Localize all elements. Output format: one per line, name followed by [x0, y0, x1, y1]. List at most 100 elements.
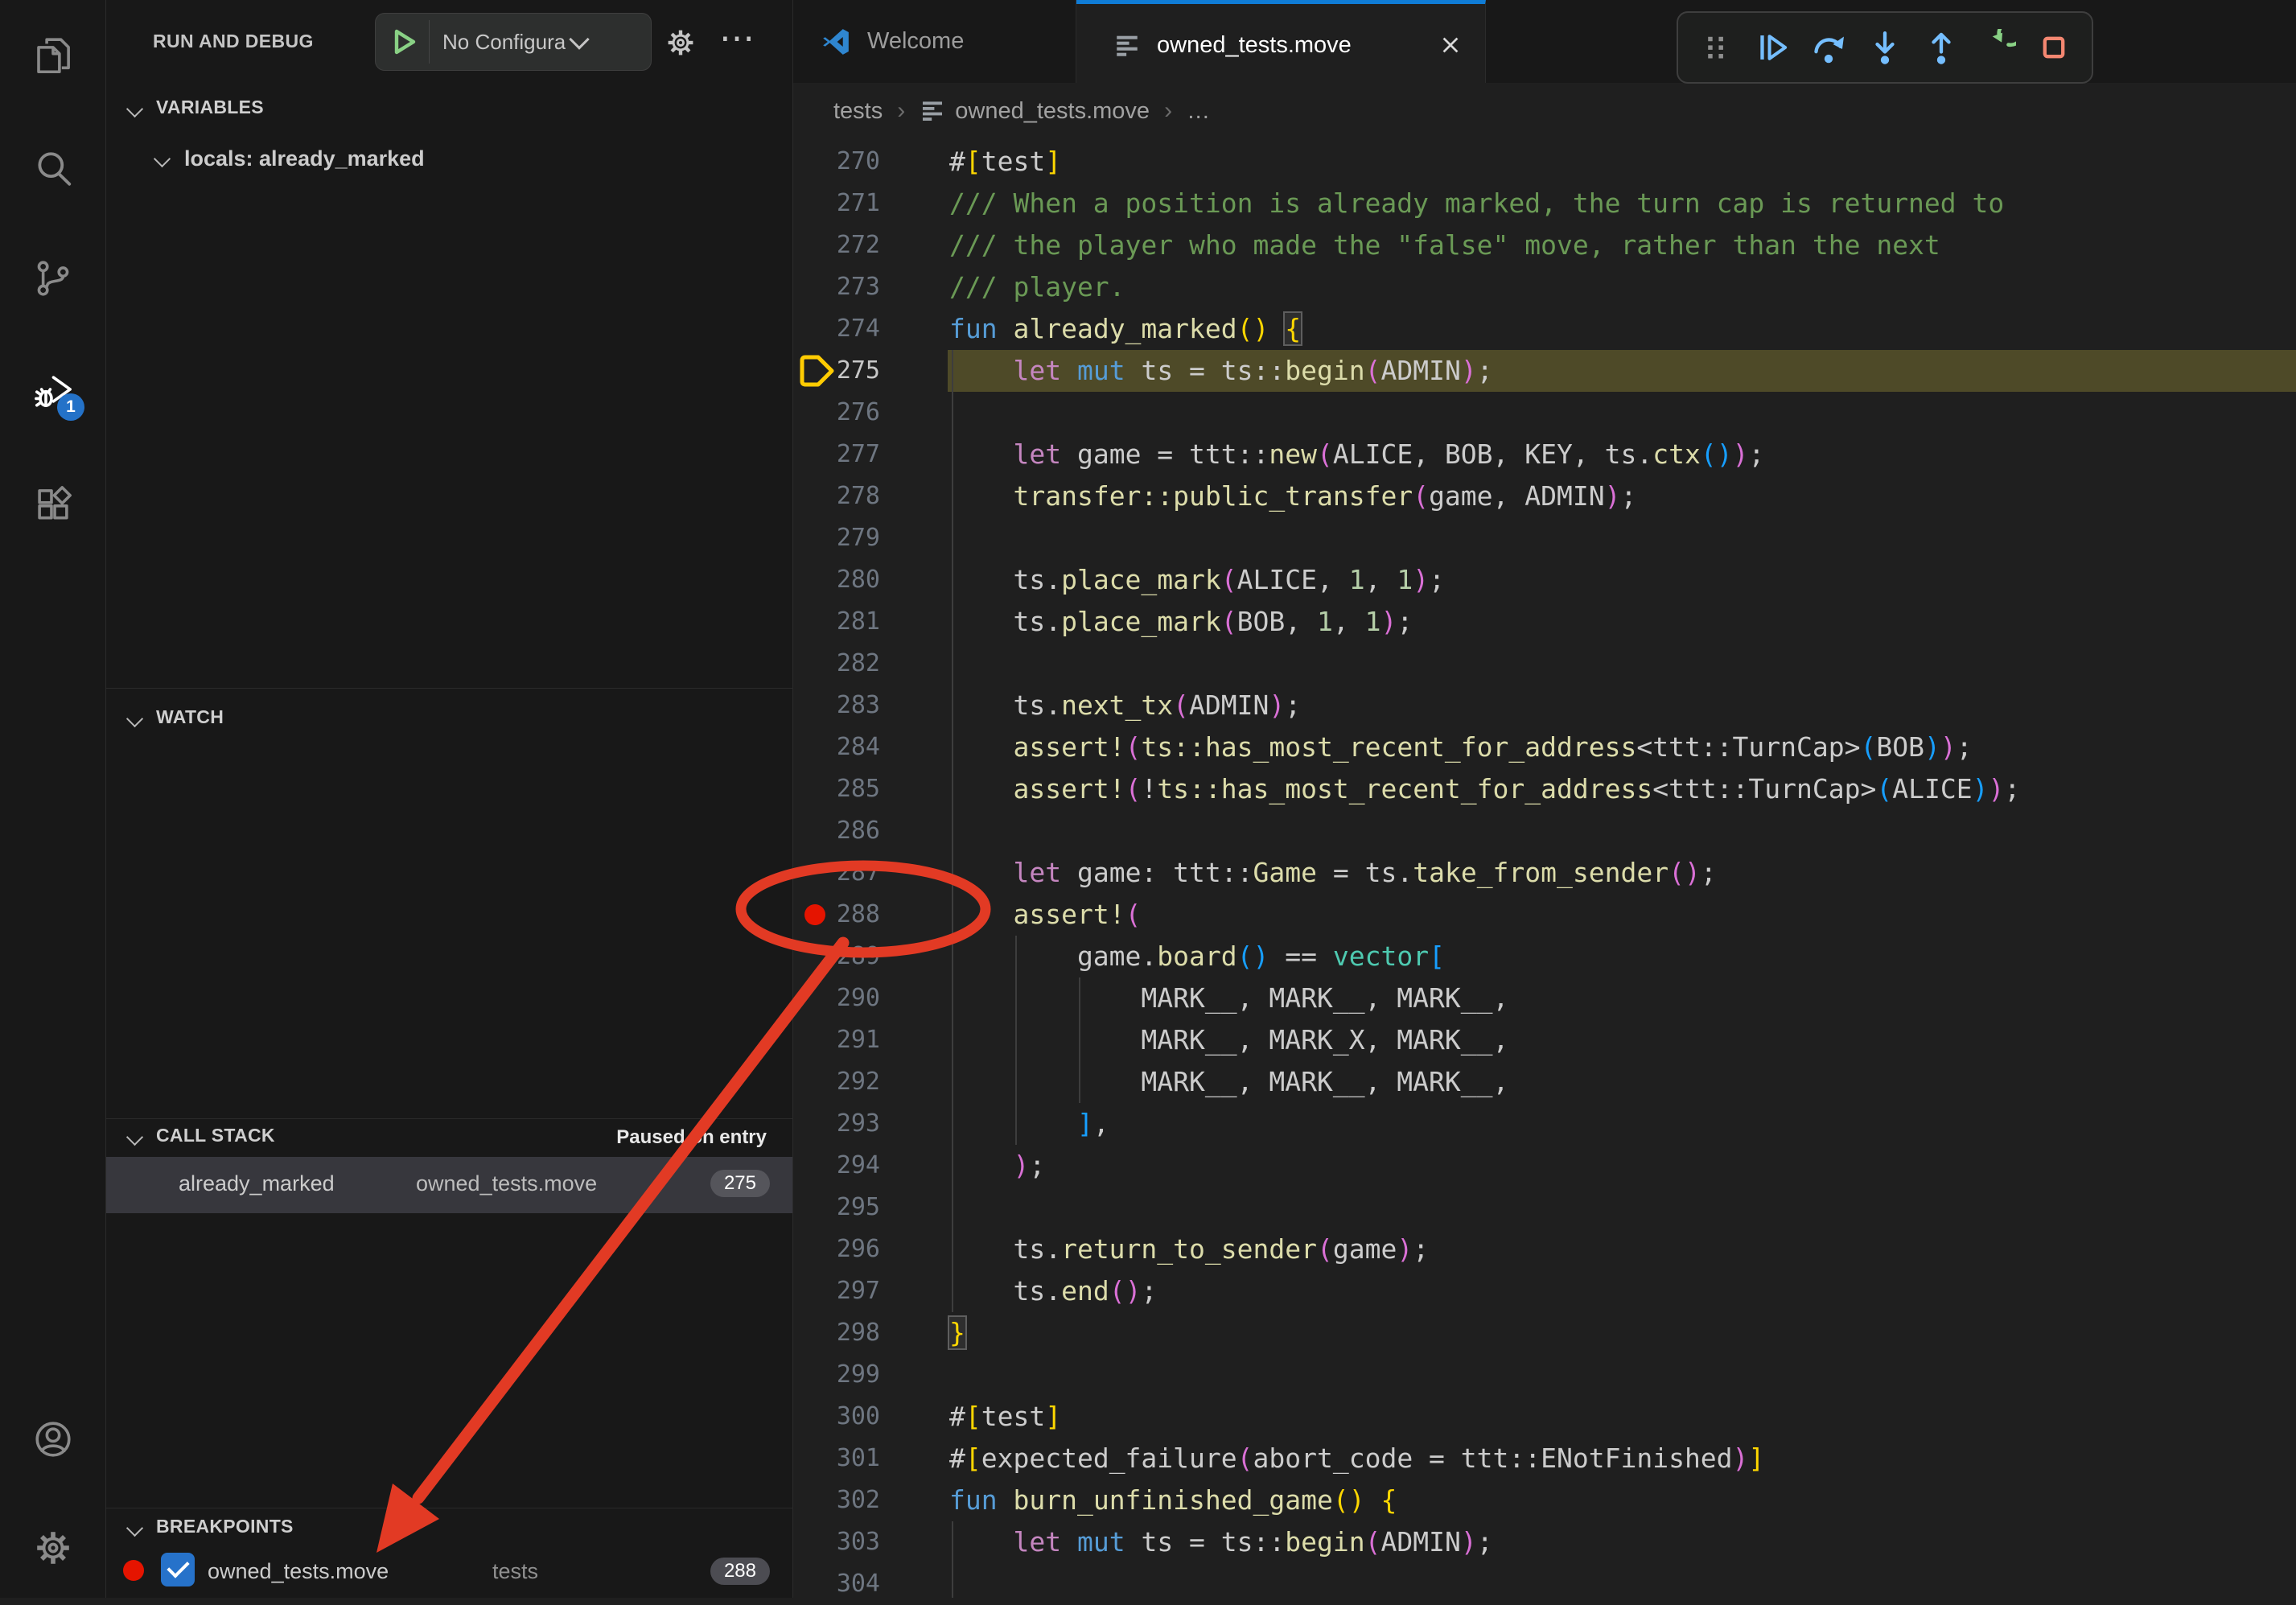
code-line[interactable]: ts.return_to_sender(game);	[949, 1228, 1429, 1270]
code-line[interactable]: assert!(!ts::has_most_recent_for_address…	[949, 768, 2020, 810]
tab-owned-tests-move[interactable]: owned_tests.move	[1076, 0, 1486, 87]
code-line[interactable]: MARK__, MARK__, MARK__,	[949, 1061, 1508, 1103]
line-number[interactable]: 271	[792, 183, 895, 224]
debug-config-control[interactable]: No Configura	[375, 13, 652, 71]
call-stack-header[interactable]: CALL STACK	[156, 1125, 275, 1146]
line-number[interactable]: 297	[792, 1270, 895, 1312]
line-number[interactable]: 289	[792, 936, 895, 977]
code-line[interactable]: #[test]	[949, 141, 1061, 183]
call-stack-chevron-icon[interactable]	[126, 1129, 143, 1146]
line-number[interactable]: 270	[792, 141, 895, 183]
watch-chevron-icon[interactable]	[126, 710, 143, 727]
code-line[interactable]: let mut ts = ts::begin(ADMIN);	[949, 1521, 1493, 1563]
code-line[interactable]: MARK__, MARK_X, MARK__,	[949, 1019, 1508, 1061]
line-number[interactable]: 285	[792, 768, 895, 810]
code-line[interactable]: ts.place_mark(ALICE, 1, 1);	[949, 559, 1445, 601]
continue-button[interactable]	[1754, 29, 1791, 66]
line-number[interactable]: 274	[792, 308, 895, 350]
tab-welcome[interactable]: Welcome	[793, 0, 1076, 83]
variables-chevron-icon[interactable]	[126, 101, 143, 117]
code-line[interactable]: #[expected_failure(abort_code = ttt::ENo…	[949, 1438, 1764, 1479]
line-number[interactable]: 302	[792, 1479, 895, 1521]
line-number[interactable]: 272	[792, 224, 895, 266]
code-line[interactable]: /// the player who made the "false" move…	[949, 224, 1940, 266]
line-number[interactable]: 283	[792, 685, 895, 726]
restart-button[interactable]	[1979, 29, 2016, 66]
debug-settings-gear-icon[interactable]	[664, 26, 697, 60]
tab-label[interactable]: Welcome	[867, 28, 964, 55]
toolbar-drag-handle[interactable]	[1697, 29, 1734, 66]
line-number[interactable]: 287	[792, 852, 895, 894]
code-line[interactable]: ts.place_mark(BOB, 1, 1);	[949, 601, 1413, 643]
breakpoint-list-item[interactable]: owned_tests.move tests 288	[106, 1551, 792, 1598]
line-number[interactable]: 277	[792, 434, 895, 475]
code-line[interactable]: ts.end();	[949, 1270, 1157, 1312]
stop-button[interactable]	[2035, 29, 2072, 66]
run-and-debug-icon[interactable]: 1	[31, 371, 75, 414]
code-line[interactable]: fun already_marked() {	[949, 308, 1301, 350]
breakpoints-chevron-icon[interactable]	[126, 1520, 143, 1537]
breakpoint-checkbox[interactable]	[161, 1553, 195, 1586]
config-dropdown-label[interactable]: No Configura	[442, 30, 566, 55]
close-icon[interactable]	[1438, 33, 1463, 57]
code-line[interactable]: ],	[949, 1103, 1109, 1145]
locals-chevron-icon[interactable]	[154, 150, 171, 167]
step-out-button[interactable]	[1923, 29, 1960, 66]
line-number[interactable]: 300	[792, 1396, 895, 1438]
tab-label[interactable]: owned_tests.move	[1157, 32, 1352, 59]
line-number[interactable]: 284	[792, 726, 895, 768]
line-number[interactable]: 291	[792, 1019, 895, 1061]
extensions-icon[interactable]	[31, 483, 75, 526]
line-number[interactable]: 286	[792, 810, 895, 852]
line-number[interactable]: 304	[792, 1563, 895, 1605]
code-line[interactable]: );	[949, 1145, 1045, 1187]
code-line[interactable]: assert!(ts::has_most_recent_for_address<…	[949, 726, 1973, 768]
line-number[interactable]: 299	[792, 1354, 895, 1396]
code-line[interactable]: /// player.	[949, 266, 1125, 308]
explorer-icon[interactable]	[31, 34, 75, 77]
code-line[interactable]: let game: ttt::Game = ts.take_from_sende…	[949, 852, 1717, 894]
breakpoint-dot-icon[interactable]	[804, 904, 825, 925]
code-line[interactable]: /// When a position is already marked, t…	[949, 183, 2004, 224]
line-number[interactable]: 278	[792, 475, 895, 517]
code-line[interactable]: }	[949, 1312, 965, 1354]
account-icon[interactable]	[31, 1418, 75, 1461]
locals-scope-label[interactable]: locals: already_marked	[184, 146, 425, 171]
step-over-button[interactable]	[1810, 29, 1847, 66]
line-number[interactable]: 290	[792, 977, 895, 1019]
line-number[interactable]: 294	[792, 1145, 895, 1187]
line-number[interactable]: 298	[792, 1312, 895, 1354]
more-actions-icon[interactable]: ⋯	[719, 18, 755, 59]
code-line[interactable]: MARK__, MARK__, MARK__,	[949, 977, 1508, 1019]
line-number[interactable]: 296	[792, 1228, 895, 1270]
breadcrumb-item[interactable]: tests	[833, 98, 883, 125]
breadcrumb-item[interactable]: …	[1187, 98, 1210, 125]
start-debug-icon[interactable]	[387, 26, 419, 58]
code-line[interactable]: #[test]	[949, 1396, 1061, 1438]
line-number[interactable]: 303	[792, 1521, 895, 1563]
line-number[interactable]: 293	[792, 1103, 895, 1145]
breadcrumb-item[interactable]: owned_tests.move	[955, 98, 1150, 125]
line-number[interactable]: 273	[792, 266, 895, 308]
breakpoints-header[interactable]: BREAKPOINTS	[156, 1516, 294, 1537]
watch-header[interactable]: WATCH	[156, 706, 224, 728]
code-line[interactable]: assert!(	[949, 894, 1141, 936]
code-line[interactable]: fun burn_unfinished_game() {	[949, 1479, 1397, 1521]
line-number[interactable]: 301	[792, 1438, 895, 1479]
code-line[interactable]: transfer::public_transfer(game, ADMIN);	[949, 475, 1636, 517]
line-number[interactable]: 281	[792, 601, 895, 643]
step-into-button[interactable]	[1866, 29, 1903, 66]
source-control-icon[interactable]	[31, 257, 75, 300]
code-line[interactable]: let mut ts = ts::begin(ADMIN);	[949, 350, 1493, 392]
variables-header[interactable]: VARIABLES	[156, 97, 264, 118]
line-number[interactable]: 280	[792, 559, 895, 601]
line-number[interactable]: 295	[792, 1187, 895, 1228]
line-number[interactable]: 279	[792, 517, 895, 559]
code-line[interactable]: ts.next_tx(ADMIN);	[949, 685, 1301, 726]
chevron-down-icon[interactable]	[569, 29, 589, 49]
settings-gear-icon[interactable]	[31, 1526, 75, 1570]
line-number[interactable]: 282	[792, 643, 895, 685]
code-line[interactable]: game.board() == vector[	[949, 936, 1445, 977]
code-line[interactable]: let game = ttt::new(ALICE, BOB, KEY, ts.…	[949, 434, 1764, 475]
line-number[interactable]: 276	[792, 392, 895, 434]
